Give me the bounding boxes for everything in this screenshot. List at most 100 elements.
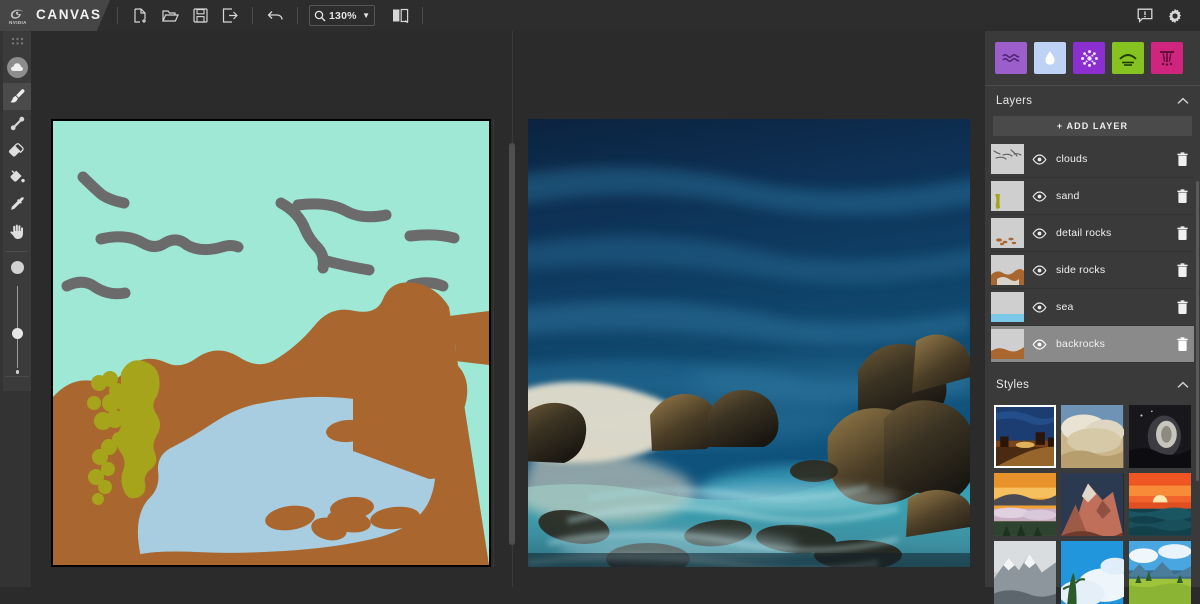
table-row[interactable]: clouds: [991, 141, 1194, 178]
layer-name: sea: [1056, 301, 1170, 313]
brush-icon: [9, 88, 26, 105]
top-toolbar: NVIDIA CANVAS: [0, 0, 1200, 31]
slider-min-dot: [16, 370, 20, 374]
styles-title: Styles: [996, 379, 1029, 391]
table-row[interactable]: detail rocks: [991, 215, 1194, 252]
line-tool[interactable]: [3, 110, 31, 137]
layer-thumbnail: [991, 144, 1024, 174]
undo-button[interactable]: [260, 0, 290, 31]
chevron-up-icon[interactable]: [1177, 92, 1189, 110]
material-water[interactable]: [995, 42, 1027, 74]
material-sand[interactable]: [1112, 42, 1144, 74]
trash-icon[interactable]: [1170, 189, 1194, 204]
zoom-control[interactable]: 130% ▼: [309, 5, 375, 26]
toolbar-divider-1: [117, 7, 118, 24]
left-toolbar-panel: [3, 31, 31, 391]
layer-thumbnail: [991, 218, 1024, 248]
layer-name: clouds: [1056, 153, 1170, 165]
waves-icon: [1002, 52, 1020, 64]
layers-title: Layers: [996, 95, 1032, 107]
slider-track: [17, 286, 19, 368]
eye-icon[interactable]: [1031, 191, 1048, 202]
help-button[interactable]: [1130, 0, 1160, 31]
style-thumbnail[interactable]: [994, 405, 1056, 468]
droplet-icon: [1044, 50, 1056, 66]
left-toolbar: [0, 31, 31, 587]
toolbar-divider-4: [422, 7, 423, 24]
layer-name: sand: [1056, 190, 1170, 202]
brush-size-dot: [11, 261, 24, 274]
table-row[interactable]: side rocks: [991, 252, 1194, 289]
layer-name: detail rocks: [1056, 227, 1170, 239]
workspace: [31, 31, 985, 587]
styles-grid: [985, 399, 1200, 604]
trash-icon[interactable]: [1170, 152, 1194, 167]
save-button[interactable]: [185, 0, 215, 31]
eyedropper-tool[interactable]: [3, 191, 31, 218]
style-thumbnail[interactable]: [994, 473, 1056, 536]
app-title: CANVAS: [36, 7, 102, 22]
material-rock[interactable]: [1151, 42, 1183, 74]
style-thumbnail[interactable]: [994, 541, 1056, 604]
trash-icon[interactable]: [1170, 300, 1194, 315]
canvas-split-handle[interactable]: [509, 143, 515, 545]
cloud-icon: [10, 62, 24, 72]
snowflake-icon: [1080, 49, 1099, 68]
open-folder-button[interactable]: [155, 0, 185, 31]
toolbar-divider-3: [297, 7, 298, 24]
material-snow[interactable]: [1073, 42, 1105, 74]
table-row[interactable]: sand: [991, 178, 1194, 215]
material-cloud[interactable]: [1034, 42, 1066, 74]
nvidia-logo-icon: NVIDIA: [6, 4, 30, 27]
pan-hand-tool[interactable]: [3, 218, 31, 245]
line-icon: [9, 115, 26, 132]
fill-bucket-tool[interactable]: [3, 164, 31, 191]
layer-thumbnail: [991, 255, 1024, 285]
eraser-icon: [8, 143, 26, 159]
segmentation-canvas[interactable]: [51, 119, 491, 567]
export-button[interactable]: [215, 0, 245, 31]
rendered-output-canvas[interactable]: [528, 119, 970, 567]
brand-area: NVIDIA CANVAS: [0, 0, 110, 31]
eye-icon[interactable]: [1031, 302, 1048, 313]
brush-size-slider[interactable]: [3, 282, 31, 372]
eye-icon[interactable]: [1031, 265, 1048, 276]
style-thumbnail[interactable]: [1129, 541, 1191, 604]
new-document-button[interactable]: [125, 0, 155, 31]
style-thumbnail[interactable]: [1129, 405, 1191, 468]
right-panel: Layers + ADD LAYER clouds: [985, 31, 1200, 587]
add-layer-button[interactable]: + ADD LAYER: [993, 116, 1192, 136]
style-thumbnail[interactable]: [1061, 541, 1123, 604]
eye-icon[interactable]: [1031, 339, 1048, 350]
layers-section-header[interactable]: Layers: [985, 86, 1200, 115]
search-icon: [314, 10, 326, 22]
trash-icon[interactable]: [1170, 337, 1194, 352]
styles-section-header[interactable]: Styles: [985, 370, 1200, 399]
settings-button[interactable]: [1160, 0, 1190, 31]
eye-icon[interactable]: [1031, 154, 1048, 165]
toolbar-divider-bottom: [5, 376, 29, 377]
layer-name: backrocks: [1056, 338, 1170, 350]
chevron-up-icon[interactable]: [1177, 376, 1189, 394]
nvidia-wordmark: NVIDIA: [9, 20, 27, 25]
style-thumbnail[interactable]: [1061, 473, 1123, 536]
brush-size-preview: [3, 252, 31, 282]
chevron-down-icon[interactable]: ▼: [362, 11, 370, 20]
trash-icon[interactable]: [1170, 226, 1194, 241]
slider-knob[interactable]: [12, 328, 23, 339]
column-icon: [1158, 50, 1176, 67]
table-row[interactable]: backrocks: [991, 326, 1194, 363]
split-view-button[interactable]: [385, 0, 415, 31]
style-thumbnail[interactable]: [1129, 473, 1191, 536]
material-picker-tool[interactable]: [3, 51, 31, 83]
canvas-split-divider-secondary: [493, 119, 494, 567]
eraser-tool[interactable]: [3, 137, 31, 164]
trash-icon[interactable]: [1170, 263, 1194, 278]
layer-thumbnail: [991, 329, 1024, 359]
table-row[interactable]: sea: [991, 289, 1194, 326]
eye-icon[interactable]: [1031, 228, 1048, 239]
panel-scrollbar[interactable]: [1196, 181, 1199, 481]
paintbrush-tool[interactable]: [3, 83, 31, 110]
style-thumbnail[interactable]: [1061, 405, 1123, 468]
drag-dots-icon[interactable]: [3, 31, 31, 51]
